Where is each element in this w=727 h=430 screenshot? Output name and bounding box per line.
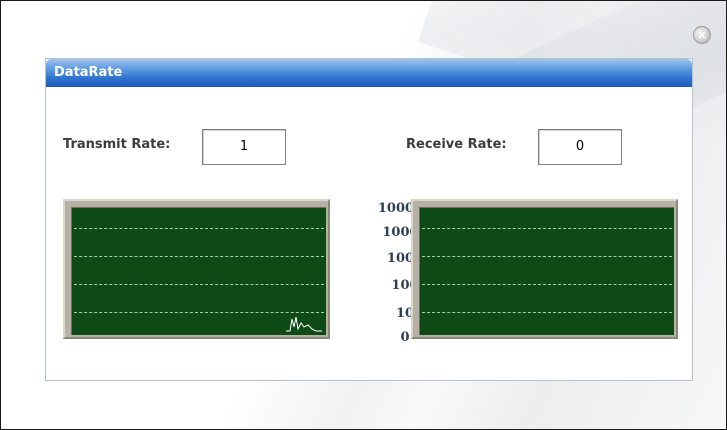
receive-graph-plot [419,207,674,335]
graph-grid-line [422,256,672,257]
datarate-window: × DataRate Transmit Rate: 1 Receive Rate… [0,0,727,430]
graph-grid-line [422,228,672,229]
receive-rate-field: 0 [538,129,622,165]
graph-grid-line [422,284,672,285]
close-icon[interactable]: × [693,26,711,44]
datarate-panel: DataRate Transmit Rate: 1 Receive Rate: … [45,58,693,381]
transmit-graph-plot [71,207,326,335]
transmit-rate-field: 1 [202,129,286,165]
graph-grid-line [74,256,324,257]
panel-title: DataRate [54,65,123,80]
transmit-rate-label: Transmit Rate: [63,137,171,152]
receive-rate-label: Receive Rate: [406,137,507,152]
graph-grid-line [74,284,324,285]
transmit-rate-trace [286,316,322,332]
graph-grid-line [74,228,324,229]
graph-grid-line [422,312,672,313]
panel-header: DataRate [46,59,692,87]
receive-rate-graph [411,199,678,339]
transmit-rate-graph [63,199,330,339]
